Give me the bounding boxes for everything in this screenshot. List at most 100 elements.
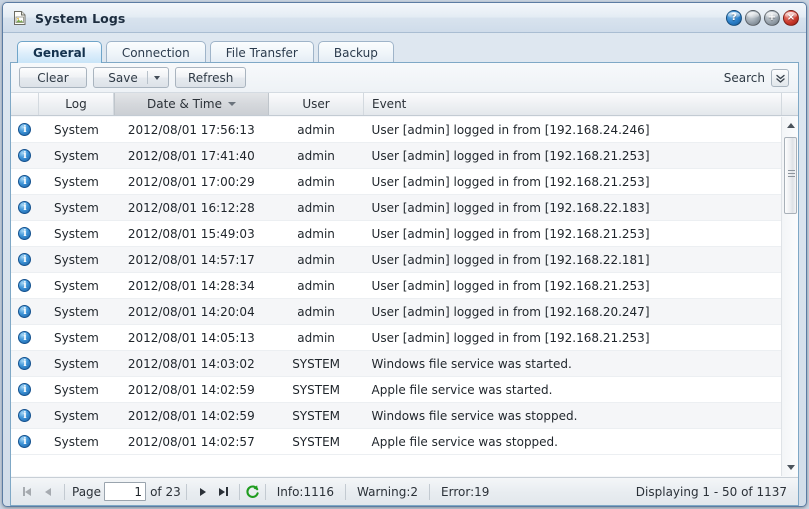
- error-count: Error:19: [441, 484, 490, 499]
- table-row[interactable]: System 2012/08/01 17:00:29 admin User [admi…: [11, 169, 781, 195]
- help-button[interactable]: ?: [726, 10, 742, 26]
- column-header-user[interactable]: User: [269, 93, 364, 115]
- column-header-icon[interactable]: [11, 93, 39, 115]
- scrollbar-thumb[interactable]: [784, 137, 797, 214]
- page-number-input[interactable]: [104, 482, 147, 501]
- cell-user: admin: [297, 304, 335, 319]
- scrollbar-grip-icon: [788, 170, 795, 177]
- info-icon: [18, 435, 32, 448]
- column-header-event[interactable]: Event: [364, 93, 782, 115]
- table-row[interactable]: System 2012/08/01 17:41:40 admin User [admi…: [11, 143, 781, 169]
- log-table: System 2012/08/01 17:56:13 admin User [admi…: [11, 117, 798, 476]
- cell-log: System: [54, 122, 99, 137]
- cell-log: System: [54, 304, 99, 319]
- cell-event: User [admin] logged in from [192.168.21.…: [371, 330, 650, 345]
- log-table-rows: System 2012/08/01 17:56:13 admin User [admi…: [11, 117, 781, 455]
- log-document-icon: [12, 10, 28, 26]
- table-row[interactable]: System 2012/08/01 14:57:17 admin User [admi…: [11, 247, 781, 273]
- tab-connection[interactable]: Connection: [105, 41, 206, 63]
- page-total-label: of 23: [150, 484, 181, 499]
- info-icon: [18, 279, 32, 292]
- chevron-down-icon[interactable]: [153, 75, 160, 80]
- row-severity-cell: [11, 305, 39, 318]
- maximize-button[interactable]: +: [764, 10, 780, 26]
- scroll-down-button[interactable]: [782, 459, 798, 476]
- status-separator-3: [238, 483, 240, 500]
- row-severity-cell: [11, 175, 39, 188]
- cell-log: System: [54, 408, 99, 423]
- cell-event: User [admin] logged in from [192.168.21.…: [371, 278, 650, 293]
- row-severity-cell: [11, 357, 39, 370]
- table-row[interactable]: System 2012/08/01 14:28:34 admin User [admi…: [11, 273, 781, 299]
- cell-log: System: [54, 356, 99, 371]
- cell-event: User [admin] logged in from [192.168.22.…: [371, 200, 650, 215]
- tab-general-label: General: [33, 45, 86, 60]
- cell-date: 2012/08/01 14:57:17: [127, 252, 255, 267]
- cell-event: User [admin] logged in from [192.168.21.…: [371, 174, 650, 189]
- row-severity-cell: [11, 409, 39, 422]
- log-counts: Info:1116 Warning:2 Error:19: [271, 483, 496, 500]
- grid-header: Log Date & Time User Event: [11, 93, 798, 116]
- cell-user: admin: [297, 330, 335, 345]
- last-page-icon: [218, 486, 229, 497]
- save-button[interactable]: Save: [93, 67, 169, 88]
- tab-file-transfer[interactable]: File Transfer: [209, 41, 314, 63]
- tab-backup[interactable]: Backup: [317, 41, 394, 63]
- log-toolbar: Clear Save Refresh Search: [11, 63, 798, 93]
- first-page-icon: [22, 486, 33, 497]
- table-row[interactable]: System 2012/08/01 14:03:02 SYSTEM Windows f…: [11, 351, 781, 377]
- search-label: Search: [723, 71, 765, 85]
- cell-date: 2012/08/01 14:20:04: [127, 304, 255, 319]
- next-page-icon: [197, 486, 208, 497]
- table-row[interactable]: System 2012/08/01 14:02:59 SYSTEM Apple fil…: [11, 377, 781, 403]
- info-icon: [18, 331, 32, 344]
- cell-user: admin: [297, 226, 335, 241]
- scroll-up-button[interactable]: [782, 117, 798, 134]
- cell-user: admin: [297, 200, 335, 215]
- cell-event: User [admin] logged in from [192.168.21.…: [371, 148, 650, 163]
- clear-button[interactable]: Clear: [19, 67, 87, 88]
- column-header-date-time-label: Date & Time: [146, 97, 223, 111]
- table-row[interactable]: System 2012/08/01 16:12:28 admin User [admi…: [11, 195, 781, 221]
- table-row[interactable]: System 2012/08/01 14:05:13 admin User [admi…: [11, 325, 781, 351]
- table-row[interactable]: System 2012/08/01 14:20:04 admin User [admi…: [11, 299, 781, 325]
- cell-user: SYSTEM: [292, 356, 341, 371]
- cell-user: SYSTEM: [292, 408, 341, 423]
- table-row[interactable]: System 2012/08/01 14:02:57 SYSTEM Apple fil…: [11, 429, 781, 455]
- cell-date: 2012/08/01 14:28:34: [127, 278, 255, 293]
- tab-backup-label: Backup: [333, 45, 378, 60]
- table-row[interactable]: System 2012/08/01 17:56:13 admin User [admi…: [11, 117, 781, 143]
- column-header-date-time[interactable]: Date & Time: [114, 93, 269, 115]
- tab-general[interactable]: General: [17, 41, 102, 63]
- tab-connection-label: Connection: [121, 45, 190, 60]
- table-row[interactable]: System 2012/08/01 15:49:03 admin User [admi…: [11, 221, 781, 247]
- next-page-button[interactable]: [192, 481, 213, 502]
- refresh-icon[interactable]: [245, 484, 260, 499]
- search-expand-button[interactable]: [771, 69, 789, 87]
- column-header-event-label: Event: [372, 97, 407, 111]
- help-button-label: ?: [731, 12, 737, 23]
- column-header-log[interactable]: Log: [39, 93, 114, 115]
- log-panel: Clear Save Refresh Search Log Date & Tim…: [10, 62, 799, 506]
- displaying-range-label: Displaying 1 - 50 of 1137: [635, 484, 787, 499]
- info-icon: [18, 383, 32, 396]
- cell-event: Apple file service was started.: [371, 382, 553, 397]
- row-severity-cell: [11, 227, 39, 240]
- cell-event: User [admin] logged in from [192.168.21.…: [371, 226, 650, 241]
- cell-user: admin: [297, 174, 335, 189]
- close-button[interactable]: ×: [783, 10, 799, 26]
- window-titlebar[interactable]: System Logs ? + ×: [3, 3, 806, 33]
- status-separator-2: [185, 483, 187, 500]
- refresh-button[interactable]: Refresh: [175, 67, 247, 88]
- first-page-button[interactable]: [17, 481, 38, 502]
- cell-date: 2012/08/01 14:03:02: [127, 356, 255, 371]
- last-page-button[interactable]: [213, 481, 234, 502]
- page-label: Page: [72, 484, 102, 499]
- info-icon: [18, 357, 32, 370]
- triangle-up-icon: [786, 123, 795, 128]
- minimize-button[interactable]: [745, 10, 761, 26]
- previous-page-button[interactable]: [38, 481, 59, 502]
- vertical-scrollbar[interactable]: [781, 117, 798, 476]
- cell-date: 2012/08/01 17:56:13: [127, 122, 255, 137]
- table-row[interactable]: System 2012/08/01 14:02:59 SYSTEM Windows f…: [11, 403, 781, 429]
